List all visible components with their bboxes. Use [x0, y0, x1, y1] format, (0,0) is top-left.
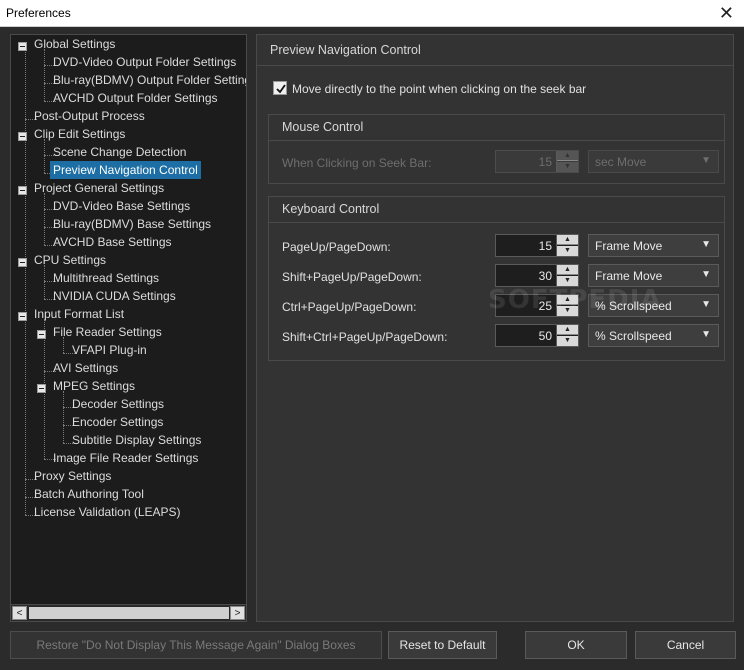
- collapse-icon[interactable]: [18, 132, 27, 141]
- chevron-down-icon: ▼: [701, 239, 711, 250]
- seek-bar-unit-select: sec Move ▼: [588, 150, 719, 173]
- collapse-icon[interactable]: [18, 312, 27, 321]
- tree-line: [44, 265, 45, 299]
- move-directly-checkbox[interactable]: [273, 81, 287, 95]
- tree-item-nvidia-cuda-settings[interactable]: NVIDIA CUDA Settings: [53, 287, 176, 305]
- ctrl-pageup-pagedown-label: Ctrl+PageUp/PageDown:: [282, 300, 417, 314]
- scrollbar-thumb[interactable]: [29, 607, 229, 619]
- tree-item-scene-change-detection[interactable]: Scene Change Detection: [53, 143, 186, 161]
- tree-item-proxy-settings[interactable]: Proxy Settings: [34, 467, 111, 485]
- select-value: Frame Move: [595, 239, 663, 253]
- collapse-icon[interactable]: [18, 258, 27, 267]
- move-directly-label[interactable]: Move directly to the point when clicking…: [292, 82, 586, 96]
- shift-ctrl-pageup-pagedown-label: Shift+Ctrl+PageUp/PageDown:: [282, 330, 448, 344]
- tree-item-input-format-list[interactable]: Input Format List: [34, 305, 124, 323]
- shift-ctrl-pageup-pagedown-stepper[interactable]: 50 ▲ ▼: [495, 324, 579, 347]
- shift-pageup-pagedown-stepper[interactable]: 30 ▲ ▼: [495, 264, 579, 287]
- tree-item-mpeg-settings[interactable]: MPEG Settings: [53, 377, 135, 395]
- pageup-pagedown-stepper[interactable]: 15 ▲ ▼: [495, 234, 579, 257]
- scroll-right-icon[interactable]: >: [230, 606, 245, 620]
- select-value: Frame Move: [595, 269, 663, 283]
- spin-up-icon[interactable]: ▲: [557, 265, 578, 275]
- tree-item-preview-navigation-control[interactable]: Preview Navigation Control: [50, 161, 201, 179]
- tree-item-clip-edit-settings[interactable]: Clip Edit Settings: [34, 125, 125, 143]
- chevron-down-icon: ▼: [701, 269, 711, 280]
- close-icon[interactable]: ✕: [719, 3, 734, 23]
- tree-item-encoder-settings[interactable]: Encoder Settings: [72, 413, 163, 431]
- mouse-control-group: Mouse Control When Clicking on Seek Bar:…: [268, 114, 725, 184]
- tree-item-subtitle-display-settings[interactable]: Subtitle Display Settings: [72, 431, 201, 449]
- tree-item-image-file-reader-settings[interactable]: Image File Reader Settings: [53, 449, 198, 467]
- tree-item-cpu-settings[interactable]: CPU Settings: [34, 251, 106, 269]
- pageup-pagedown-unit-select[interactable]: Frame Move ▼: [588, 234, 719, 257]
- cancel-button[interactable]: Cancel: [635, 631, 736, 659]
- panel-title: Preview Navigation Control: [270, 43, 421, 57]
- seek-bar-click-stepper: 15 ▲ ▼: [495, 150, 579, 173]
- shift-pageup-pagedown-label: Shift+PageUp/PageDown:: [282, 270, 422, 284]
- tree-item-post-output-process[interactable]: Post-Output Process: [34, 107, 145, 125]
- tree-line: [44, 193, 45, 245]
- tree-item-dvd-output-folder[interactable]: DVD-Video Output Folder Settings: [53, 53, 236, 71]
- select-value: sec Move: [595, 155, 647, 169]
- tree-item-dvd-base-settings[interactable]: DVD-Video Base Settings: [53, 197, 190, 215]
- stepper-value: 15: [538, 155, 552, 169]
- settings-tree[interactable]: Global Settings DVD-Video Output Folder …: [10, 34, 247, 622]
- tree-horizontal-scrollbar[interactable]: < >: [11, 604, 246, 621]
- reset-to-default-button[interactable]: Reset to Default: [388, 631, 497, 659]
- spin-down-icon[interactable]: ▼: [557, 246, 578, 256]
- spin-up-icon: ▲: [557, 151, 578, 161]
- collapse-icon[interactable]: [37, 384, 46, 393]
- settings-panel: Preview Navigation Control Move directly…: [256, 34, 734, 622]
- tree-item-vfapi-plugin[interactable]: VFAPI Plug-in: [72, 341, 147, 359]
- tree-item-license-validation[interactable]: License Validation (LEAPS): [34, 503, 181, 521]
- seek-bar-click-label: When Clicking on Seek Bar:: [282, 156, 432, 170]
- shift-ctrl-pageup-pagedown-unit-select[interactable]: % Scrollspeed ▼: [588, 324, 719, 347]
- title-bar: Preferences ✕: [0, 0, 744, 27]
- spin-up-icon[interactable]: ▲: [557, 235, 578, 245]
- stepper-value[interactable]: 50: [539, 329, 552, 343]
- tree-item-file-reader-settings[interactable]: File Reader Settings: [53, 323, 162, 341]
- keyboard-control-group: Keyboard Control PageUp/PageDown: 15 ▲ ▼…: [268, 196, 725, 361]
- pageup-pagedown-label: PageUp/PageDown:: [282, 240, 391, 254]
- collapse-icon[interactable]: [18, 186, 27, 195]
- tree-item-avchd-output-folder[interactable]: AVCHD Output Folder Settings: [53, 89, 218, 107]
- tree-item-bluray-base-settings[interactable]: Blu-ray(BDMV) Base Settings: [53, 215, 211, 233]
- chevron-down-icon: ▼: [701, 329, 711, 340]
- keyboard-control-title: Keyboard Control: [282, 202, 380, 216]
- tree-line: [44, 49, 45, 101]
- mouse-control-title: Mouse Control: [282, 120, 364, 134]
- tree-item-multithread-settings[interactable]: Multithread Settings: [53, 269, 159, 287]
- spin-down-icon[interactable]: ▼: [557, 336, 578, 346]
- divider: [269, 222, 724, 223]
- check-icon: [276, 84, 286, 94]
- scroll-left-icon[interactable]: <: [12, 606, 27, 620]
- tree-line: [63, 391, 64, 443]
- stepper-value[interactable]: 15: [539, 239, 552, 253]
- tree-item-avi-settings[interactable]: AVI Settings: [53, 359, 118, 377]
- divider: [269, 140, 724, 141]
- stepper-value[interactable]: 30: [539, 269, 552, 283]
- collapse-icon[interactable]: [37, 330, 46, 339]
- ok-button[interactable]: OK: [525, 631, 627, 659]
- divider: [257, 65, 733, 66]
- chevron-down-icon: ▼: [701, 299, 711, 310]
- shift-pageup-pagedown-unit-select[interactable]: Frame Move ▼: [588, 264, 719, 287]
- tree-item-avchd-base-settings[interactable]: AVCHD Base Settings: [53, 233, 172, 251]
- chevron-down-icon: ▼: [701, 155, 711, 166]
- tree-item-decoder-settings[interactable]: Decoder Settings: [72, 395, 164, 413]
- watermark: SOFTPEDIA: [488, 285, 662, 315]
- tree-item-project-general-settings[interactable]: Project General Settings: [34, 179, 164, 197]
- tree-item-bluray-output-folder[interactable]: Blu-ray(BDMV) Output Folder Settings: [53, 71, 246, 89]
- collapse-icon[interactable]: [18, 42, 27, 51]
- select-value: % Scrollspeed: [595, 329, 672, 343]
- tree-item-batch-authoring-tool[interactable]: Batch Authoring Tool: [34, 485, 144, 503]
- tree-item-global-settings[interactable]: Global Settings: [34, 35, 115, 53]
- tree-line: [44, 139, 45, 173]
- window-title: Preferences: [6, 6, 71, 20]
- spin-up-icon[interactable]: ▲: [557, 325, 578, 335]
- spin-down-icon: ▼: [557, 162, 578, 172]
- restore-dialog-boxes-button[interactable]: Restore "Do Not Display This Message Aga…: [10, 631, 382, 659]
